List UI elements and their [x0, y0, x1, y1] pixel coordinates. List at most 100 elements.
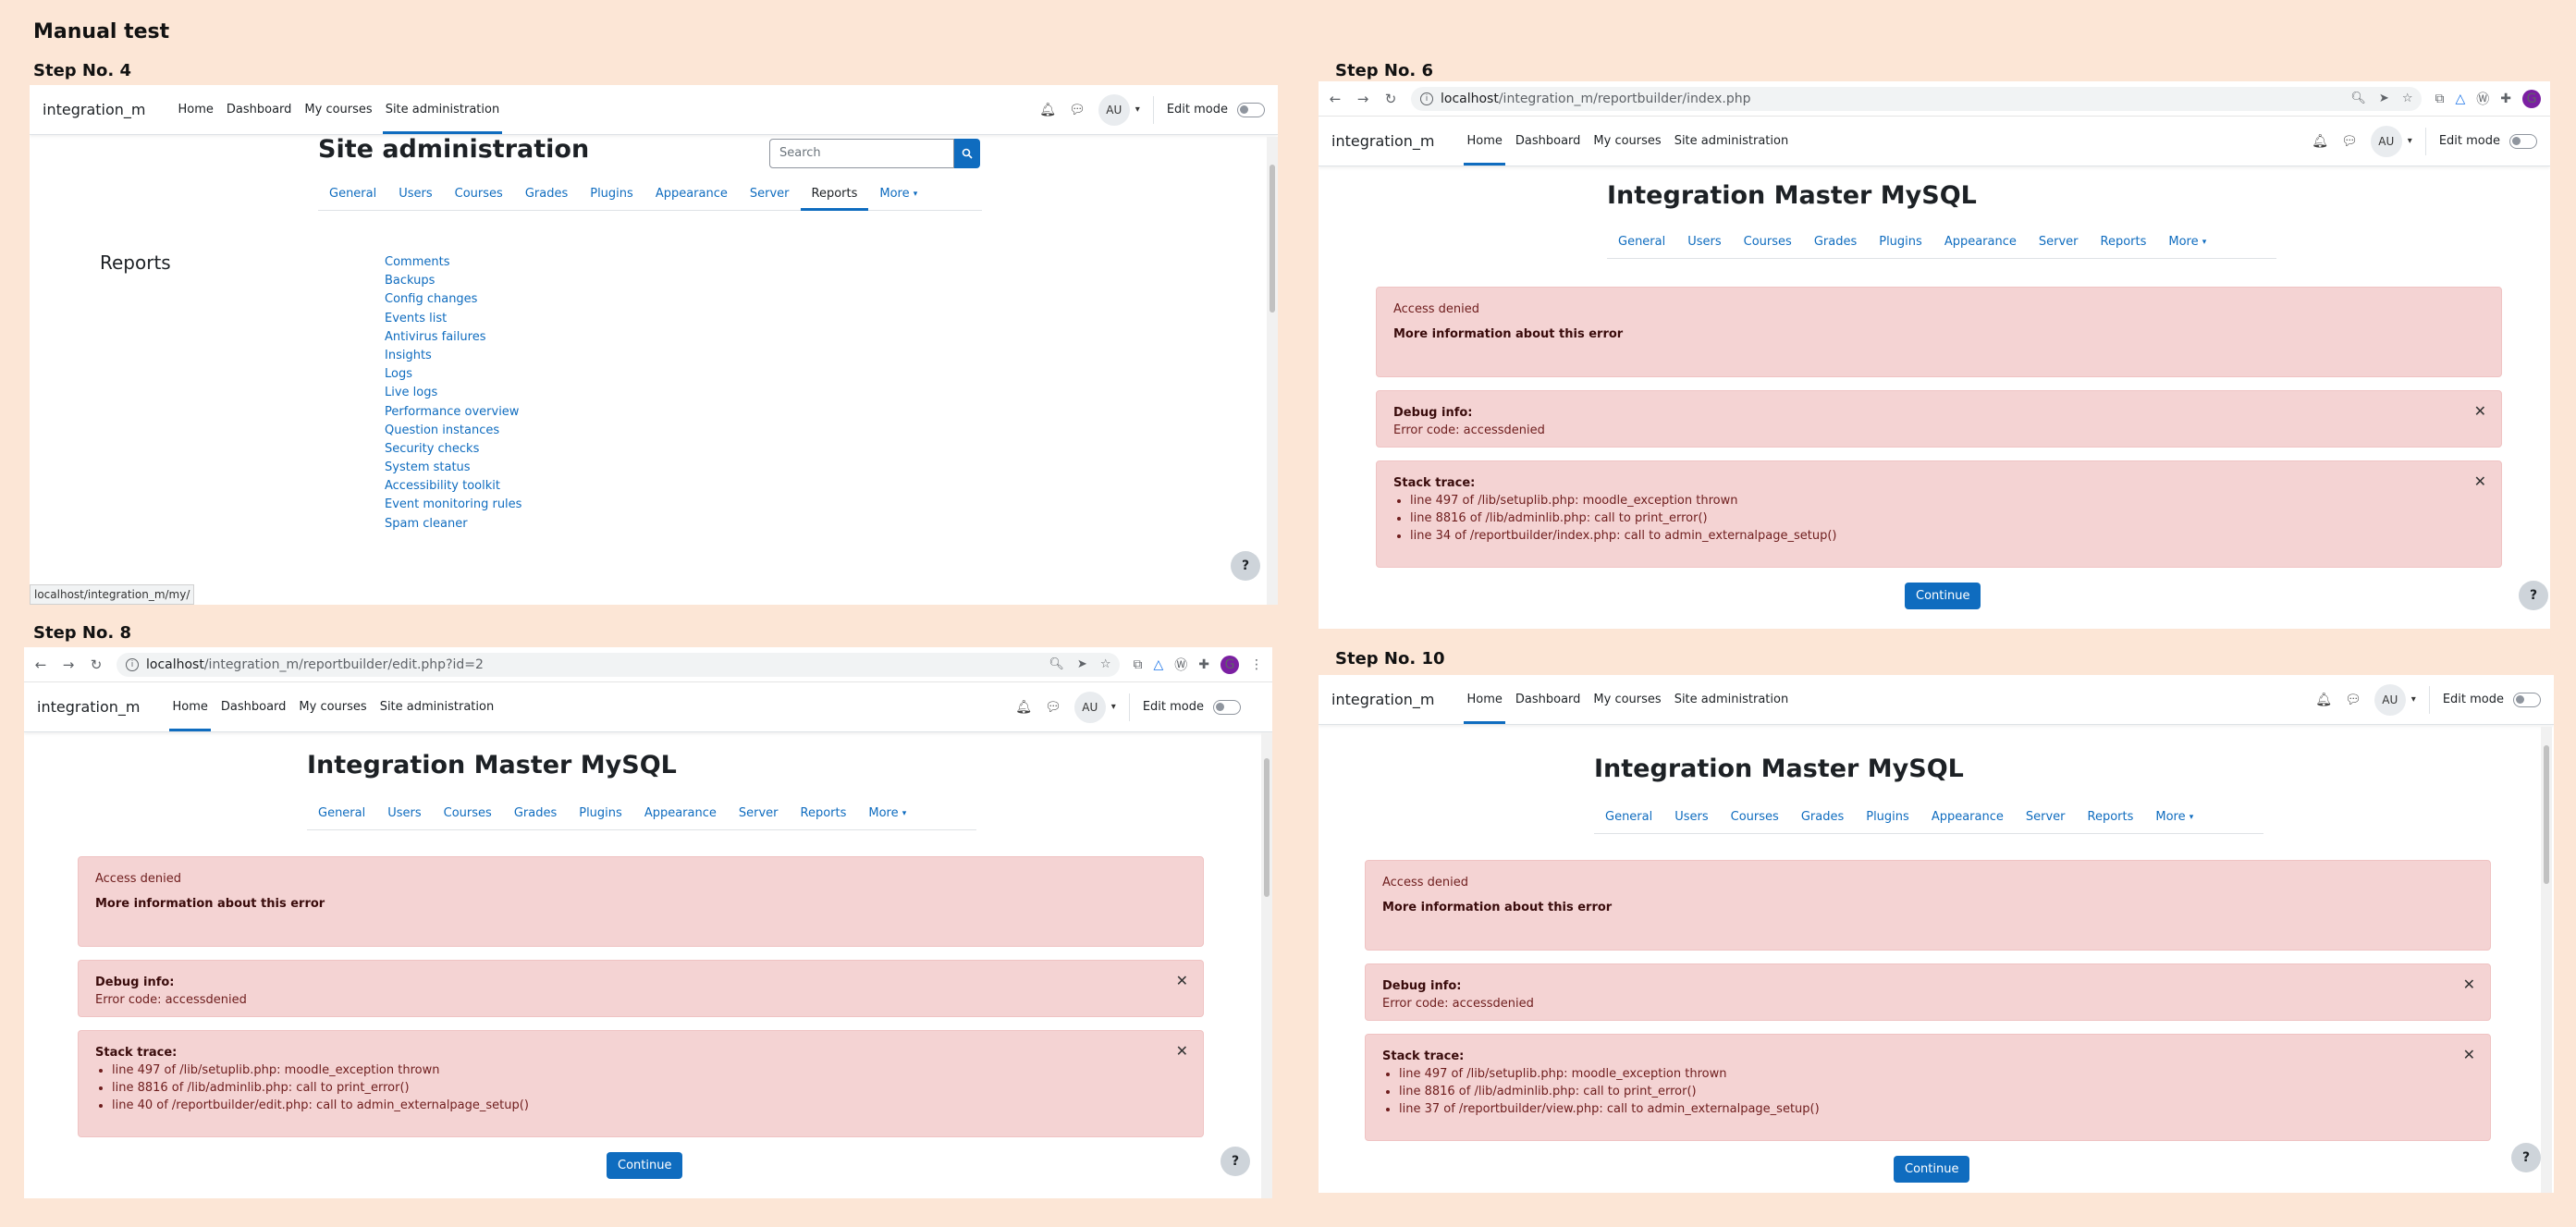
bell-icon[interactable]: 🔔︎ — [2315, 693, 2332, 707]
tab-courses[interactable]: Courses — [444, 178, 514, 210]
back-icon[interactable]: ← — [33, 656, 48, 673]
nav-dashboard[interactable]: Dashboard — [1509, 117, 1588, 166]
more-info-link[interactable]: More information about this error — [95, 897, 325, 911]
tab-grades[interactable]: Grades — [1790, 801, 1855, 833]
close-icon[interactable]: ✕ — [1176, 972, 1188, 989]
user-avatar[interactable]: AU — [2374, 683, 2406, 716]
tab-server[interactable]: Server — [728, 797, 790, 829]
tab-reports[interactable]: Reports — [800, 178, 869, 211]
link-spam-cleaner[interactable]: Spam cleaner — [385, 517, 521, 535]
nav-dashboard[interactable]: Dashboard — [1509, 675, 1588, 724]
link-security-checks[interactable]: Security checks — [385, 442, 521, 460]
link-event-monitoring-rules[interactable]: Event monitoring rules — [385, 497, 521, 516]
tab-grades[interactable]: Grades — [514, 178, 579, 210]
chat-icon[interactable]: 💬︎ — [1045, 700, 1061, 715]
tab-server[interactable]: Server — [2028, 226, 2090, 258]
link-backups[interactable]: Backups — [385, 274, 521, 292]
tab-appearance[interactable]: Appearance — [633, 797, 728, 829]
tab-more[interactable]: More ▾ — [2144, 801, 2204, 833]
tab-more[interactable]: More ▾ — [857, 797, 917, 829]
bookmark-star-icon[interactable]: ☆ — [2402, 92, 2413, 105]
link-config-changes[interactable]: Config changes — [385, 292, 521, 311]
chevron-down-icon[interactable]: ▾ — [2408, 136, 2412, 146]
search-button[interactable] — [954, 139, 980, 168]
tab-server[interactable]: Server — [739, 178, 801, 210]
address-bar[interactable]: i localhost/integration_m/reportbuilder/… — [117, 652, 1121, 677]
nav-dashboard[interactable]: Dashboard — [215, 682, 293, 731]
chat-icon[interactable]: 💬︎ — [1069, 103, 1086, 117]
nav-home[interactable]: Home — [1460, 117, 1508, 166]
edit-mode-toggle[interactable] — [2509, 133, 2537, 149]
link-system-status[interactable]: System status — [385, 460, 521, 479]
nav-home[interactable]: Home — [171, 85, 219, 134]
extension-drive-icon[interactable]: △ — [2455, 92, 2465, 106]
help-button[interactable]: ? — [1231, 551, 1260, 581]
tab-courses[interactable]: Courses — [433, 797, 503, 829]
tab-users[interactable]: Users — [376, 797, 432, 829]
user-avatar[interactable]: AU — [1073, 691, 1106, 723]
tab-appearance[interactable]: Appearance — [1933, 226, 2028, 258]
more-info-link[interactable]: More information about this error — [1393, 327, 1623, 341]
link-insights[interactable]: Insights — [385, 349, 521, 367]
nav-my-courses[interactable]: My courses — [298, 85, 378, 134]
site-brand[interactable]: integration_m — [43, 101, 145, 118]
edit-mode-toggle[interactable] — [1213, 699, 1241, 715]
address-bar[interactable]: i localhost/integration_m/reportbuilder/… — [1411, 86, 2423, 111]
close-icon[interactable]: ✕ — [1176, 1042, 1188, 1060]
back-icon[interactable]: ← — [1328, 91, 1343, 107]
link-live-logs[interactable]: Live logs — [385, 386, 521, 404]
edit-mode-toggle[interactable] — [1237, 102, 1265, 117]
extension-wp-icon[interactable]: Ⓦ — [2476, 90, 2489, 108]
tab-more[interactable]: More ▾ — [868, 178, 928, 210]
extension-drive-icon[interactable]: △ — [1153, 657, 1163, 672]
reload-icon[interactable]: ↻ — [1383, 91, 1398, 107]
zoom-icon[interactable]: 🔍︎ — [2350, 92, 2366, 105]
tab-general[interactable]: General — [1594, 801, 1663, 833]
tab-grades[interactable]: Grades — [503, 797, 568, 829]
tab-appearance[interactable]: Appearance — [644, 178, 739, 210]
tab-plugins[interactable]: Plugins — [568, 797, 633, 829]
tab-reports[interactable]: Reports — [2090, 226, 2158, 258]
profile-avatar[interactable]: G — [1221, 655, 1239, 674]
close-icon[interactable]: ✕ — [2474, 472, 2486, 490]
continue-button[interactable]: Continue — [1894, 1156, 1970, 1183]
nav-site-administration[interactable]: Site administration — [1668, 675, 1796, 724]
more-info-link[interactable]: More information about this error — [1382, 901, 1612, 914]
extension-wp-icon[interactable]: Ⓦ — [1174, 656, 1187, 674]
continue-button[interactable]: Continue — [1905, 583, 1981, 609]
puzzle-icon[interactable]: ✚ — [2500, 92, 2511, 106]
tab-more[interactable]: More ▾ — [2157, 226, 2217, 258]
bell-icon[interactable]: 🔔︎ — [1015, 700, 1032, 715]
nav-dashboard[interactable]: Dashboard — [220, 85, 299, 134]
puzzle-icon[interactable]: ✚ — [1198, 657, 1209, 672]
help-button[interactable]: ? — [2519, 581, 2548, 610]
close-icon[interactable]: ✕ — [2474, 402, 2486, 420]
close-icon[interactable]: ✕ — [2463, 975, 2475, 993]
continue-button[interactable]: Continue — [607, 1152, 683, 1179]
profile-avatar[interactable]: G — [2522, 89, 2541, 108]
chevron-down-icon[interactable]: ▾ — [2411, 694, 2416, 705]
tab-reports[interactable]: Reports — [790, 797, 858, 829]
edit-mode-toggle[interactable] — [2513, 692, 2541, 707]
extension-icon[interactable]: ⧉ — [1133, 657, 1142, 672]
tab-plugins[interactable]: Plugins — [579, 178, 644, 210]
help-button[interactable]: ? — [1221, 1147, 1250, 1176]
help-button[interactable]: ? — [2511, 1143, 2541, 1172]
link-accessibility-toolkit[interactable]: Accessibility toolkit — [385, 479, 521, 497]
scrollbar[interactable] — [1261, 732, 1272, 1198]
scrollbar[interactable] — [2541, 727, 2552, 1193]
close-icon[interactable]: ✕ — [2463, 1046, 2475, 1063]
zoom-icon[interactable]: 🔍︎ — [1049, 657, 1064, 671]
nav-site-administration[interactable]: Site administration — [374, 682, 501, 731]
nav-site-administration[interactable]: Site administration — [379, 85, 507, 134]
link-performance-overview[interactable]: Performance overview — [385, 405, 521, 423]
forward-icon[interactable]: → — [1355, 91, 1370, 107]
tab-server[interactable]: Server — [2015, 801, 2077, 833]
bookmark-star-icon[interactable]: ☆ — [1100, 657, 1111, 671]
scrollbar[interactable] — [1267, 137, 1278, 605]
tab-appearance[interactable]: Appearance — [1920, 801, 2015, 833]
user-avatar[interactable]: AU — [1098, 93, 1130, 126]
extension-icon[interactable]: ⧉ — [2435, 92, 2444, 106]
bell-icon[interactable]: 🔔︎ — [1039, 103, 1056, 117]
search-input[interactable]: Search — [769, 139, 954, 168]
